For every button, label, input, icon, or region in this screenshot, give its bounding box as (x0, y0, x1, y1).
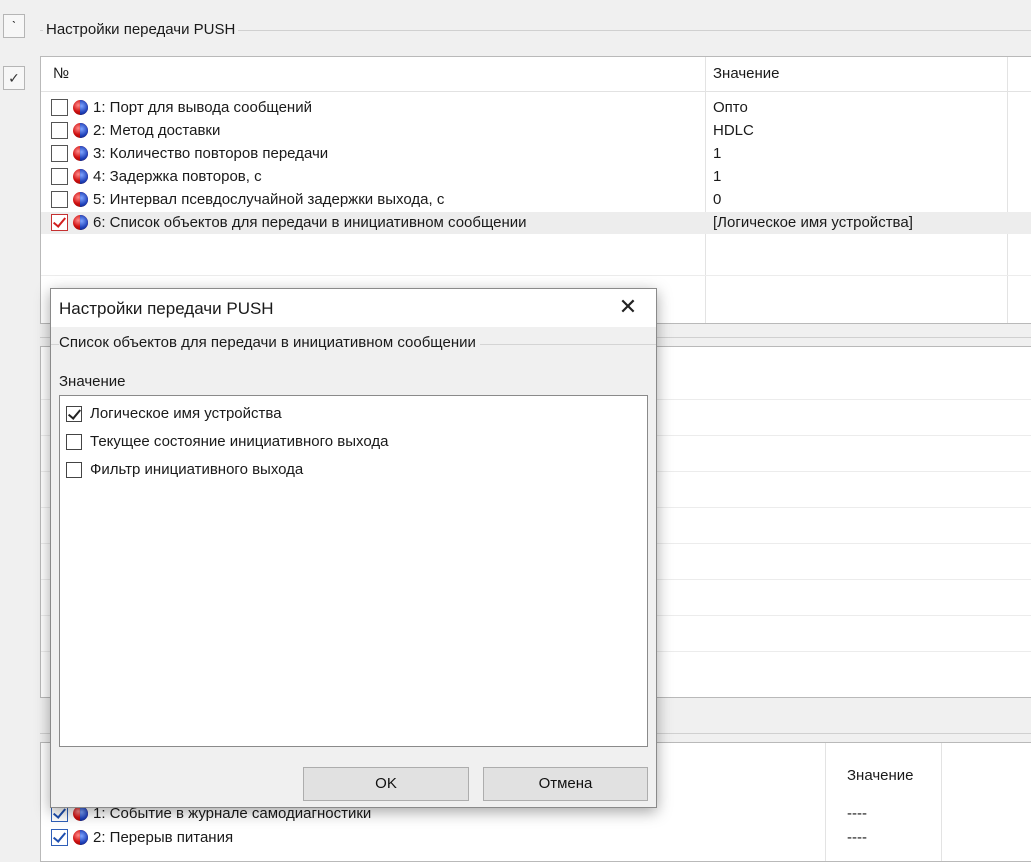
row-checkbox[interactable] (51, 191, 68, 208)
column-header-value[interactable]: Значение (713, 65, 780, 82)
settings-grid: № Значение 1: Порт для вывода сообщений О… (40, 56, 1031, 324)
row-label: 2: Метод доставки (93, 122, 221, 139)
row-value[interactable]: 0 (713, 191, 721, 208)
option-label: Фильтр инициативного выхода (90, 461, 304, 478)
setting-row-5[interactable]: 5: Интервал псевдослучайной задержки вых… (41, 189, 1031, 211)
row-label: 2: Перерыв питания (93, 829, 234, 846)
column-header-value-2[interactable]: Значение (847, 767, 914, 784)
row-value[interactable]: [Логическое имя устройства] (713, 214, 913, 231)
group-title: Настройки передачи PUSH (43, 21, 239, 38)
grid-header: № Значение (41, 57, 1031, 92)
setting-row-3[interactable]: 3: Количество повторов передачи 1 (41, 143, 1031, 165)
dialog-title: Настройки передачи PUSH (59, 299, 274, 318)
option-checkbox[interactable] (66, 406, 82, 422)
row-value[interactable]: 1 (713, 168, 721, 185)
row-value[interactable]: HDLC (713, 122, 754, 139)
check-icon[interactable]: ✓ (3, 66, 25, 90)
push-settings-dialog: Настройки передачи PUSH ✕ Список объекто… (50, 288, 657, 808)
left-toolbar (0, 0, 40, 849)
row-value[interactable]: 1 (713, 145, 721, 162)
status-ball-icon (73, 169, 88, 184)
row-checkbox[interactable] (51, 122, 68, 139)
setting-row-1[interactable]: 1: Порт для вывода сообщений Опто (41, 97, 1031, 119)
cancel-button[interactable]: Отмена (483, 767, 648, 801)
option-label: Логическое имя устройства (90, 405, 282, 422)
dialog-titlebar[interactable]: Настройки передачи PUSH ✕ (51, 289, 656, 327)
row-label: 4: Задержка повторов, с (93, 168, 262, 185)
row-divider (41, 275, 1031, 276)
event-row-2[interactable]: 2: Перерыв питания ---- (41, 827, 1031, 849)
row-checkbox[interactable] (51, 99, 68, 116)
row-label: 5: Интервал псевдослучайной задержки вых… (93, 191, 445, 208)
row-label: 1: Порт для вывода сообщений (93, 99, 312, 116)
option-checkbox[interactable] (66, 434, 82, 450)
row-label: 6: Список объектов для передачи в инициа… (93, 214, 527, 231)
status-ball-icon (73, 146, 88, 161)
row-checkbox[interactable] (51, 168, 68, 185)
status-ball-icon (73, 123, 88, 138)
ok-button[interactable]: OK (303, 767, 469, 801)
expand-icon[interactable]: ˋ (3, 14, 25, 38)
setting-row-2[interactable]: 2: Метод доставки HDLC (41, 120, 1031, 142)
row-value[interactable]: Опто (713, 99, 748, 116)
row-value: ---- (847, 805, 867, 822)
status-ball-icon (73, 830, 88, 845)
status-ball-icon (73, 100, 88, 115)
status-ball-icon (73, 215, 88, 230)
row-checkbox[interactable] (51, 214, 68, 231)
row-checkbox[interactable] (51, 145, 68, 162)
dialog-value-label: Значение (59, 373, 126, 390)
row-checkbox[interactable] (51, 829, 68, 846)
options-checklist[interactable]: Логическое имя устройства Текущее состоя… (59, 395, 648, 747)
dialog-group-title: Список объектов для передачи в инициатив… (59, 334, 480, 351)
row-label: 3: Количество повторов передачи (93, 145, 329, 162)
close-icon[interactable]: ✕ (616, 295, 640, 319)
option-label: Текущее состояние инициативного выхода (90, 433, 389, 450)
setting-row-6[interactable]: 6: Список объектов для передачи в инициа… (41, 212, 1031, 234)
column-header-number[interactable]: № (53, 65, 69, 82)
status-ball-icon (73, 806, 88, 821)
row-value: ---- (847, 829, 867, 846)
option-checkbox[interactable] (66, 462, 82, 478)
setting-row-4[interactable]: 4: Задержка повторов, с 1 (41, 166, 1031, 188)
status-ball-icon (73, 192, 88, 207)
